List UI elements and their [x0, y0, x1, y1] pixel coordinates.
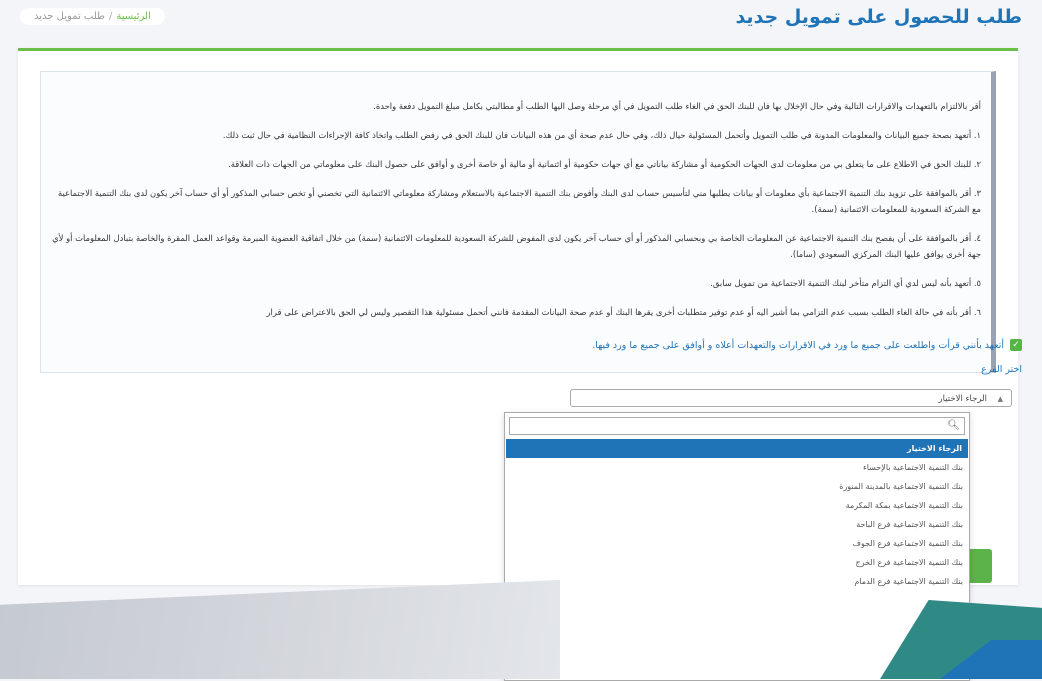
branch-select[interactable]: ▲ الرجاء الاختيار — [570, 389, 1012, 407]
agreement-row: ✓ أتعهد بأنني قرأت واطلعت على جميع ما ور… — [592, 339, 1022, 351]
branch-option[interactable]: بنك التنمية الاجتماعية فرع الدمام — [505, 572, 969, 591]
terms-box[interactable]: أقر بالالتزام بالتعهدات والاقرارات التال… — [40, 71, 996, 373]
branch-option[interactable]: بنك التنمية الاجتماعية فرع الباحة — [505, 515, 969, 534]
branch-dropdown: 🔍︎ الرجاء الاختيار بنك التنمية الاجتماعي… — [504, 412, 970, 681]
breadcrumb: الرئيسية/ طلب تمويل جديد — [20, 8, 165, 25]
branch-option[interactable]: بنك التنمية الاجتماعية بمكة المكرمة — [505, 496, 969, 515]
branch-option[interactable]: الرجاء الاختيار — [506, 439, 968, 458]
terms-item-6: ٦. أقر بأنه في حالة الغاء الطلب بسبب عدم… — [266, 307, 981, 317]
background-shape — [0, 580, 560, 679]
agreement-label[interactable]: أتعهد بأنني قرأت واطلعت على جميع ما ورد … — [592, 340, 1004, 351]
page-title: طلب للحصول على تمويل جديد — [735, 6, 1022, 28]
branch-label: اختر الفرع — [981, 364, 1022, 375]
terms-item-4: ٤. أقر بالموافقة على أن يفصح بنك التنمية… — [52, 233, 981, 259]
branch-options: الرجاء الاختيار بنك التنمية الاجتماعية ب… — [505, 439, 969, 591]
branch-option[interactable]: بنك التنمية الاجتماعية بالمدينة المنورة — [505, 477, 969, 496]
terms-intro: أقر بالالتزام بالتعهدات والاقرارات التال… — [373, 101, 981, 111]
branch-option[interactable]: بنك التنمية الاجتماعية فرع الخرج — [505, 553, 969, 572]
terms-item-1: ١. أتعهد بصحة جميع البيانات والمعلومات ا… — [222, 130, 981, 140]
breadcrumb-current: طلب تمويل جديد — [34, 11, 105, 22]
branch-search-input[interactable]: 🔍︎ — [509, 417, 965, 435]
chevron-down-icon: ▲ — [997, 395, 1003, 403]
branch-option[interactable]: بنك التنمية الاجتماعية بالإحساء — [505, 458, 969, 477]
breadcrumb-separator: / — [109, 11, 113, 22]
check-icon: ✓ — [1012, 340, 1020, 350]
terms-item-5: ٥. أتعهد بأنه ليس لدي أي التزام متأخر لب… — [710, 278, 981, 288]
page-header: طلب للحصول على تمويل جديد الرئيسية/ طلب ت… — [0, 0, 1042, 44]
agreement-checkbox[interactable]: ✓ — [1010, 339, 1022, 351]
branch-option[interactable]: بنك التنمية الاجتماعية فرع الجوف — [505, 534, 969, 553]
terms-content: أقر بالالتزام بالتعهدات والاقرارات التال… — [41, 72, 991, 320]
branch-select-value: الرجاء الاختيار — [938, 394, 987, 404]
submit-button[interactable] — [970, 549, 992, 583]
terms-item-2: ٢. للبنك الحق في الاطلاع على ما يتعلق بي… — [228, 159, 981, 169]
terms-item-3: ٣. أقر بالموافقة على تزويد بنك التنمية ا… — [57, 188, 981, 214]
breadcrumb-home[interactable]: الرئيسية — [116, 11, 150, 22]
search-icon: 🔍︎ — [947, 420, 960, 431]
